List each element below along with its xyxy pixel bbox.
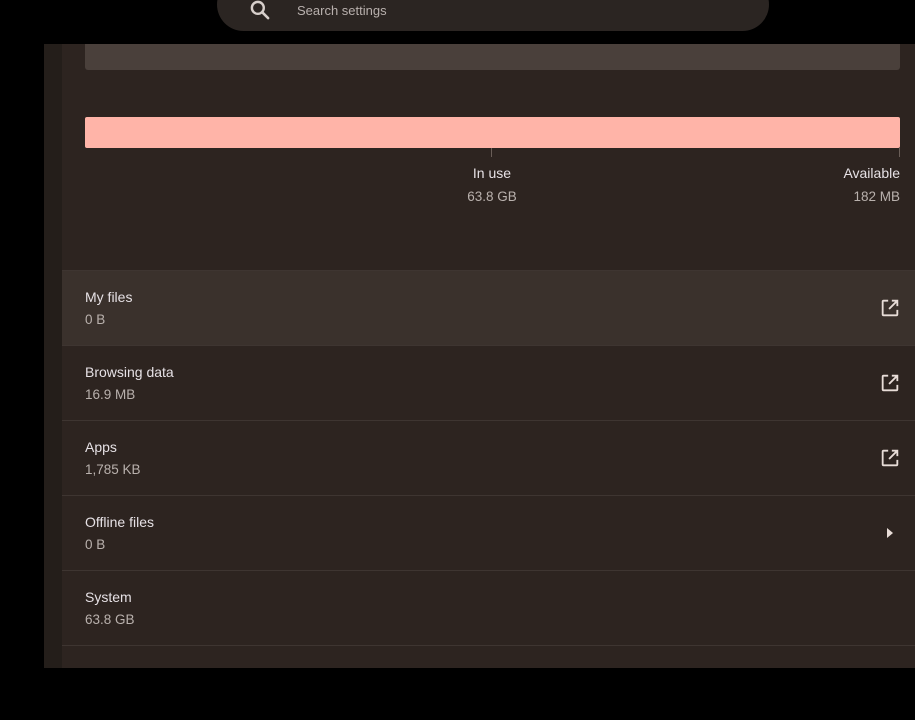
storage-item-my-files[interactable]: My files 0 B [62,270,915,345]
top-bar [0,0,915,44]
search-input[interactable] [297,0,737,20]
storage-item-next [62,645,915,720]
storage-item-apps[interactable]: Apps 1,785 KB [62,420,915,495]
search-bar[interactable] [217,0,769,31]
open-in-new-icon[interactable] [879,297,901,319]
storage-item-browsing-data[interactable]: Browsing data 16.9 MB [62,345,915,420]
in-use-legend: In use 63.8 GB [450,162,534,208]
left-rail [0,44,44,668]
storage-usage-bar [85,117,900,148]
available-value: 182 MB [853,189,900,204]
storage-item-title: Apps [85,439,117,455]
top-card-edge [85,44,900,70]
storage-item-title: System [85,589,132,605]
in-use-tick [491,148,492,157]
storage-panel: In use 63.8 GB Available 182 MB My files… [62,44,915,668]
storage-item-system: System 63.8 GB [62,570,915,645]
arrow-right-icon[interactable] [885,527,895,539]
open-in-new-icon[interactable] [879,372,901,394]
in-use-label: In use [472,165,512,181]
storage-item-title: My files [85,289,133,305]
open-in-new-icon[interactable] [879,447,901,469]
storage-item-value: 0 B [85,537,106,552]
in-use-value: 63.8 GB [467,189,517,204]
storage-item-value: 0 B [85,312,106,327]
storage-item-value: 1,785 KB [85,462,141,477]
storage-item-value: 16.9 MB [85,387,136,402]
available-legend: Available 182 MB [802,162,900,208]
storage-item-title: Browsing data [85,364,174,380]
storage-item-title: Offline files [85,514,154,530]
storage-item-value: 63.8 GB [85,612,135,627]
available-label: Available [843,165,900,181]
storage-items-list: My files 0 B Browsing data 16.9 MB Apps … [62,270,915,720]
storage-item-offline-files[interactable]: Offline files 0 B [62,495,915,570]
available-tick [899,148,900,157]
left-panel-edge [44,44,62,668]
search-icon[interactable] [247,0,273,23]
